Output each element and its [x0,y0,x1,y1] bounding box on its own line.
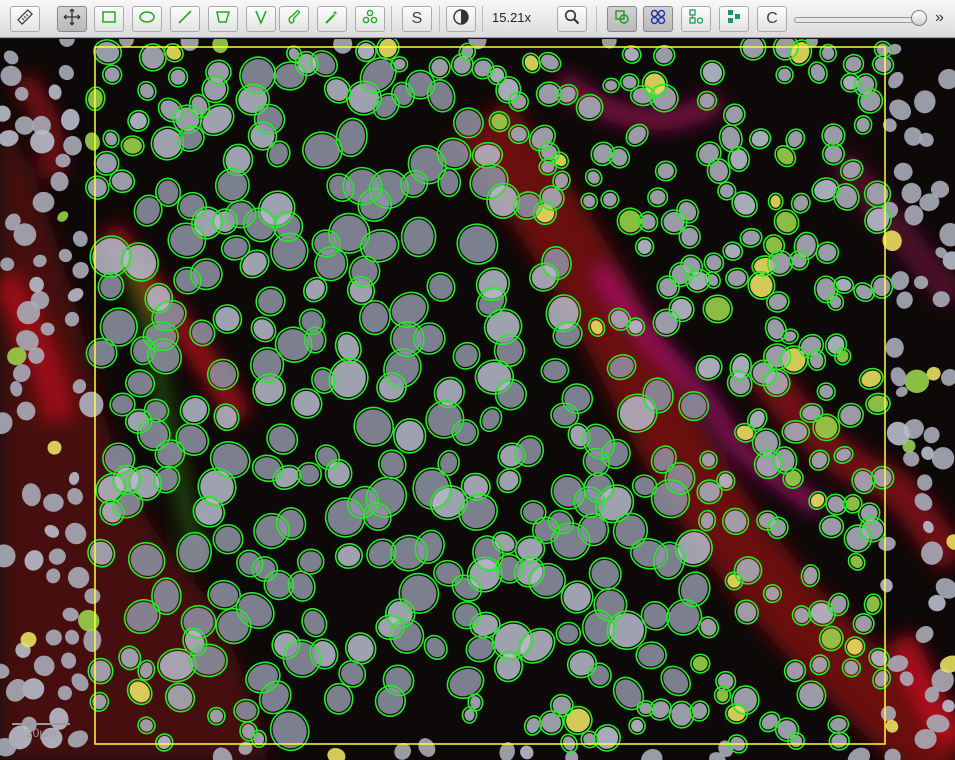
zoom-to-fit-button[interactable] [557,6,587,32]
polyline-tool-button[interactable] [246,6,276,32]
polyline-v-icon [252,8,270,31]
ellipse-icon [138,8,156,31]
nucleus [299,464,320,484]
toolbar-separator [482,6,483,32]
brightness-contrast-button[interactable] [446,6,476,32]
show-cells-button[interactable] [643,6,673,32]
ellipse-tool-button[interactable] [132,6,162,32]
show-pixel-classification-button[interactable] [719,6,749,32]
toolbar-separator [439,6,440,32]
brush-tool-button[interactable] [279,6,309,32]
cells-icon [649,8,667,31]
show-cell-centroids-button[interactable] [681,6,711,32]
toolbar-overflow-button[interactable]: » [935,9,944,27]
toolbar-separator [391,6,392,32]
rectangle-tool-button[interactable] [94,6,124,32]
scale-bar-label: 20µm [26,726,57,740]
wand-tool-button[interactable] [317,6,347,32]
move-arrows-icon [63,8,81,31]
magnifier-icon [563,8,581,31]
pan-tool-button[interactable] [57,6,87,32]
selection-mode-label: S [411,10,423,27]
pixel-classification-icon [725,8,743,31]
connections-label: C [766,10,778,27]
zoom-level-readout: 15.21x [492,10,532,25]
selection-mode-button[interactable]: S [402,6,432,32]
ruler-tool-button[interactable] [10,6,40,32]
contrast-icon [452,8,470,31]
toolbar: S 15.21x C » [0,0,955,38]
show-annotations-button[interactable] [607,6,637,32]
opacity-slider-thumb[interactable] [911,10,928,26]
toolbar-separator [596,6,597,32]
polygon-icon [214,8,232,31]
show-connections-button[interactable]: C [757,6,787,32]
brush-icon [285,8,303,31]
line-icon [176,8,194,31]
opacity-slider[interactable] [794,17,926,23]
cell-centroids-icon [687,8,705,31]
tissue-image [0,39,955,760]
points-icon [361,8,379,31]
annotations-icon [613,8,631,31]
nucleus [885,337,904,358]
scale-bar: 20µm [12,719,70,740]
image-viewer[interactable]: 20µm [0,39,955,760]
magic-wand-icon [323,8,341,31]
ruler-icon [16,8,34,31]
scale-bar-line [12,723,70,725]
polygon-tool-button[interactable] [208,6,238,32]
rectangle-icon [100,8,118,31]
line-tool-button[interactable] [170,6,200,32]
points-tool-button[interactable] [355,6,385,32]
